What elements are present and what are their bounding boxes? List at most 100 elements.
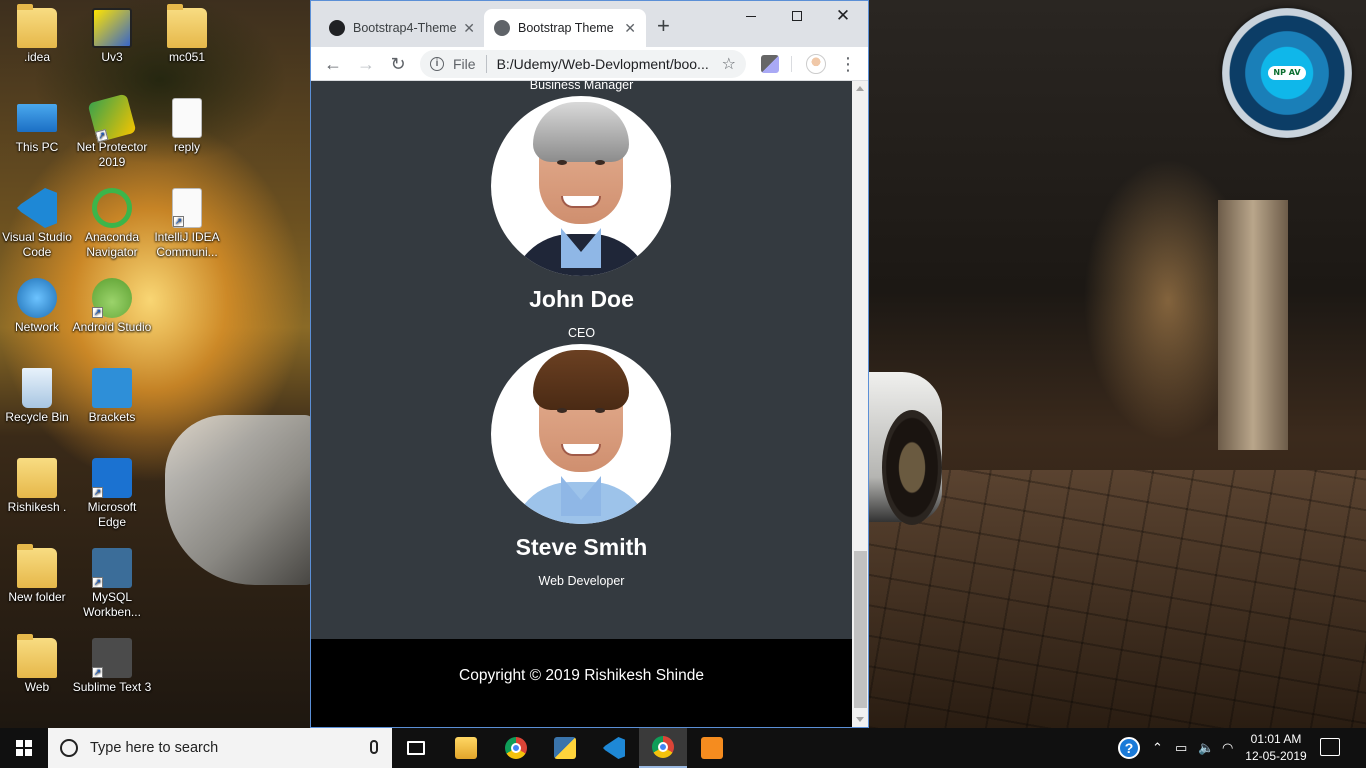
scrollbar-thumb[interactable] [854, 551, 867, 708]
address-separator [485, 55, 487, 73]
task-view-icon [407, 741, 425, 755]
microphone-icon[interactable] [370, 740, 378, 754]
team-member-role: Web Developer [538, 574, 625, 588]
maximize-icon [792, 11, 802, 21]
anaconda-icon [92, 188, 132, 228]
desktop-icon-brackets[interactable]: Brackets [72, 368, 152, 425]
user-folder-icon [17, 458, 57, 498]
team-member-name: Steve Smith [515, 534, 648, 560]
folder-icon [167, 4, 207, 48]
desktop-icon-web[interactable]: Web [0, 634, 77, 695]
desktop-icon-mysql[interactable]: ↗ MySQL Workben... [72, 548, 152, 620]
start-button[interactable] [0, 728, 48, 768]
reload-button[interactable]: ↻ [387, 53, 409, 75]
desktop-icon-intellij[interactable]: ↗ IntelliJ IDEA Communi... [147, 188, 227, 260]
taskbar-chrome[interactable] [492, 728, 540, 768]
close-tab-icon[interactable]: ✕ [624, 20, 636, 37]
new-tab-button[interactable]: + [657, 15, 670, 37]
show-hidden-icons-chevron-icon[interactable]: ⌃ [1152, 728, 1163, 768]
desktop-icon-label: Web [24, 680, 50, 694]
profile-avatar[interactable] [806, 54, 826, 74]
desktop-icon-sublime[interactable]: ↗ Sublime Text 3 [72, 638, 152, 695]
npav-widget[interactable]: NP AV [1222, 8, 1352, 138]
clock-date: 12-05-2019 [1245, 749, 1307, 763]
address-bar[interactable]: i File B:/Udemy/Web-Devlopment/boo... ☆ [420, 50, 746, 78]
maximize-button[interactable] [774, 1, 820, 31]
page-footer: Copyright © 2019 Rishikesh Shinde [311, 639, 852, 727]
desktop-icon-label: MySQL Workben... [83, 590, 141, 619]
notification-center-icon[interactable] [1320, 738, 1340, 756]
site-info-icon[interactable]: i [430, 57, 444, 71]
desktop-icon-uv3[interactable]: Uv3 [72, 8, 152, 65]
tab-bootstrap4-theme[interactable]: Bootstrap4-Theme ✕ [319, 9, 485, 47]
taskbar-search[interactable]: Type here to search [48, 728, 392, 768]
taskbar-file-explorer[interactable] [442, 728, 490, 768]
desktop-icon-idea[interactable]: .idea [0, 4, 77, 65]
battery-icon[interactable]: ▭ [1175, 728, 1187, 768]
desktop-icon-label: Rishikesh . [7, 500, 67, 514]
tab-bootstrap-theme[interactable]: Bootstrap Theme ✕ [484, 9, 646, 47]
desktop-icon-label: Sublime Text 3 [72, 680, 152, 694]
taskbar-sublime[interactable] [688, 728, 736, 768]
close-window-button[interactable]: ✕ [820, 1, 866, 31]
desktop-icon-this-pc[interactable]: This PC [0, 98, 77, 155]
volume-icon[interactable]: 🔈 [1198, 728, 1214, 768]
avatar-hair [533, 102, 629, 162]
avatar-steve-smith [491, 344, 671, 524]
tab-title: Bootstrap4-Theme [353, 21, 457, 35]
wifi-icon[interactable]: ◠ [1222, 728, 1233, 768]
computer-icon [17, 104, 57, 132]
car-decoration [165, 415, 315, 585]
net-protector-icon: ↗ [87, 93, 137, 143]
desktop-icon-recycle-bin[interactable]: Recycle Bin [0, 368, 77, 425]
taskbar-vscode[interactable] [590, 728, 638, 768]
desktop-icon-anaconda[interactable]: Anaconda Navigator [72, 188, 152, 260]
forward-button[interactable]: → [355, 53, 377, 75]
globe-icon [494, 20, 510, 36]
desktop-icon-label: Android Studio [72, 320, 152, 334]
team-member-role: Business Manager [529, 81, 634, 92]
back-button[interactable]: ← [322, 53, 344, 75]
tab-strip: Bootstrap4-Theme ✕ Bootstrap Theme ✕ + ✕ [311, 1, 868, 47]
desktop-icon-net-protector[interactable]: ↗ Net Protector 2019 [72, 93, 152, 170]
brackets-icon [92, 368, 132, 408]
minimize-button[interactable] [728, 1, 774, 31]
desktop-icon-user-folder[interactable]: Rishikesh . [0, 458, 77, 515]
desktop-icon-vscode[interactable]: Visual Studio Code [0, 188, 77, 260]
extension-icon[interactable] [761, 55, 779, 73]
taskbar-task-view[interactable] [392, 728, 440, 768]
desktop-icon-edge[interactable]: ↗ Microsoft Edge [72, 458, 152, 530]
desktop-icon-network[interactable]: Network [0, 278, 77, 335]
shortcut-arrow-icon: ↗ [173, 216, 184, 227]
desktop-icon-mc051[interactable]: mc051 [147, 4, 227, 65]
browser-menu-icon[interactable]: ⋮ [839, 53, 857, 75]
android-studio-icon: ↗ [92, 278, 132, 318]
github-icon [329, 20, 345, 36]
desktop-icon-label: reply [173, 140, 200, 154]
bookmark-star-icon[interactable]: ☆ [722, 54, 736, 74]
desktop-icon-new-folder[interactable]: New folder [0, 544, 77, 605]
footer-copyright: Copyright © 2019 Rishikesh Shinde [459, 667, 704, 684]
search-placeholder: Type here to search [90, 740, 219, 756]
desktop-icon-reply[interactable]: reply [147, 98, 227, 155]
taskbar-chrome-active[interactable] [639, 728, 687, 768]
page-scrollbar[interactable] [852, 81, 868, 727]
tab-title: Bootstrap Theme [518, 21, 614, 35]
taskbar-clock[interactable]: 01:01 AM 12-05-2019 [1245, 731, 1307, 765]
desktop-icon-label: New folder [8, 590, 66, 604]
desktop-icon-android-studio[interactable]: ↗ Android Studio [72, 278, 152, 335]
taskbar-python[interactable] [541, 728, 589, 768]
url-text[interactable]: B:/Udemy/Web-Devlopment/boo... [497, 56, 716, 72]
page-viewport: Business Manager John Doe CEO Steve Smit… [311, 81, 852, 727]
scroll-up-arrow-icon[interactable] [856, 86, 864, 91]
help-icon[interactable]: ? [1118, 737, 1140, 759]
scroll-down-arrow-icon[interactable] [856, 717, 864, 722]
folder-icon [17, 544, 57, 588]
close-tab-icon[interactable]: ✕ [463, 20, 475, 37]
desktop-icon-label: Net Protector 2019 [76, 140, 148, 169]
desktop-icon-label: Brackets [88, 410, 136, 424]
avatar-eyes [557, 160, 605, 166]
avatar-smile [561, 444, 601, 456]
desktop-icon-label: Visual Studio Code [2, 230, 72, 259]
chrome-icon [505, 737, 527, 759]
